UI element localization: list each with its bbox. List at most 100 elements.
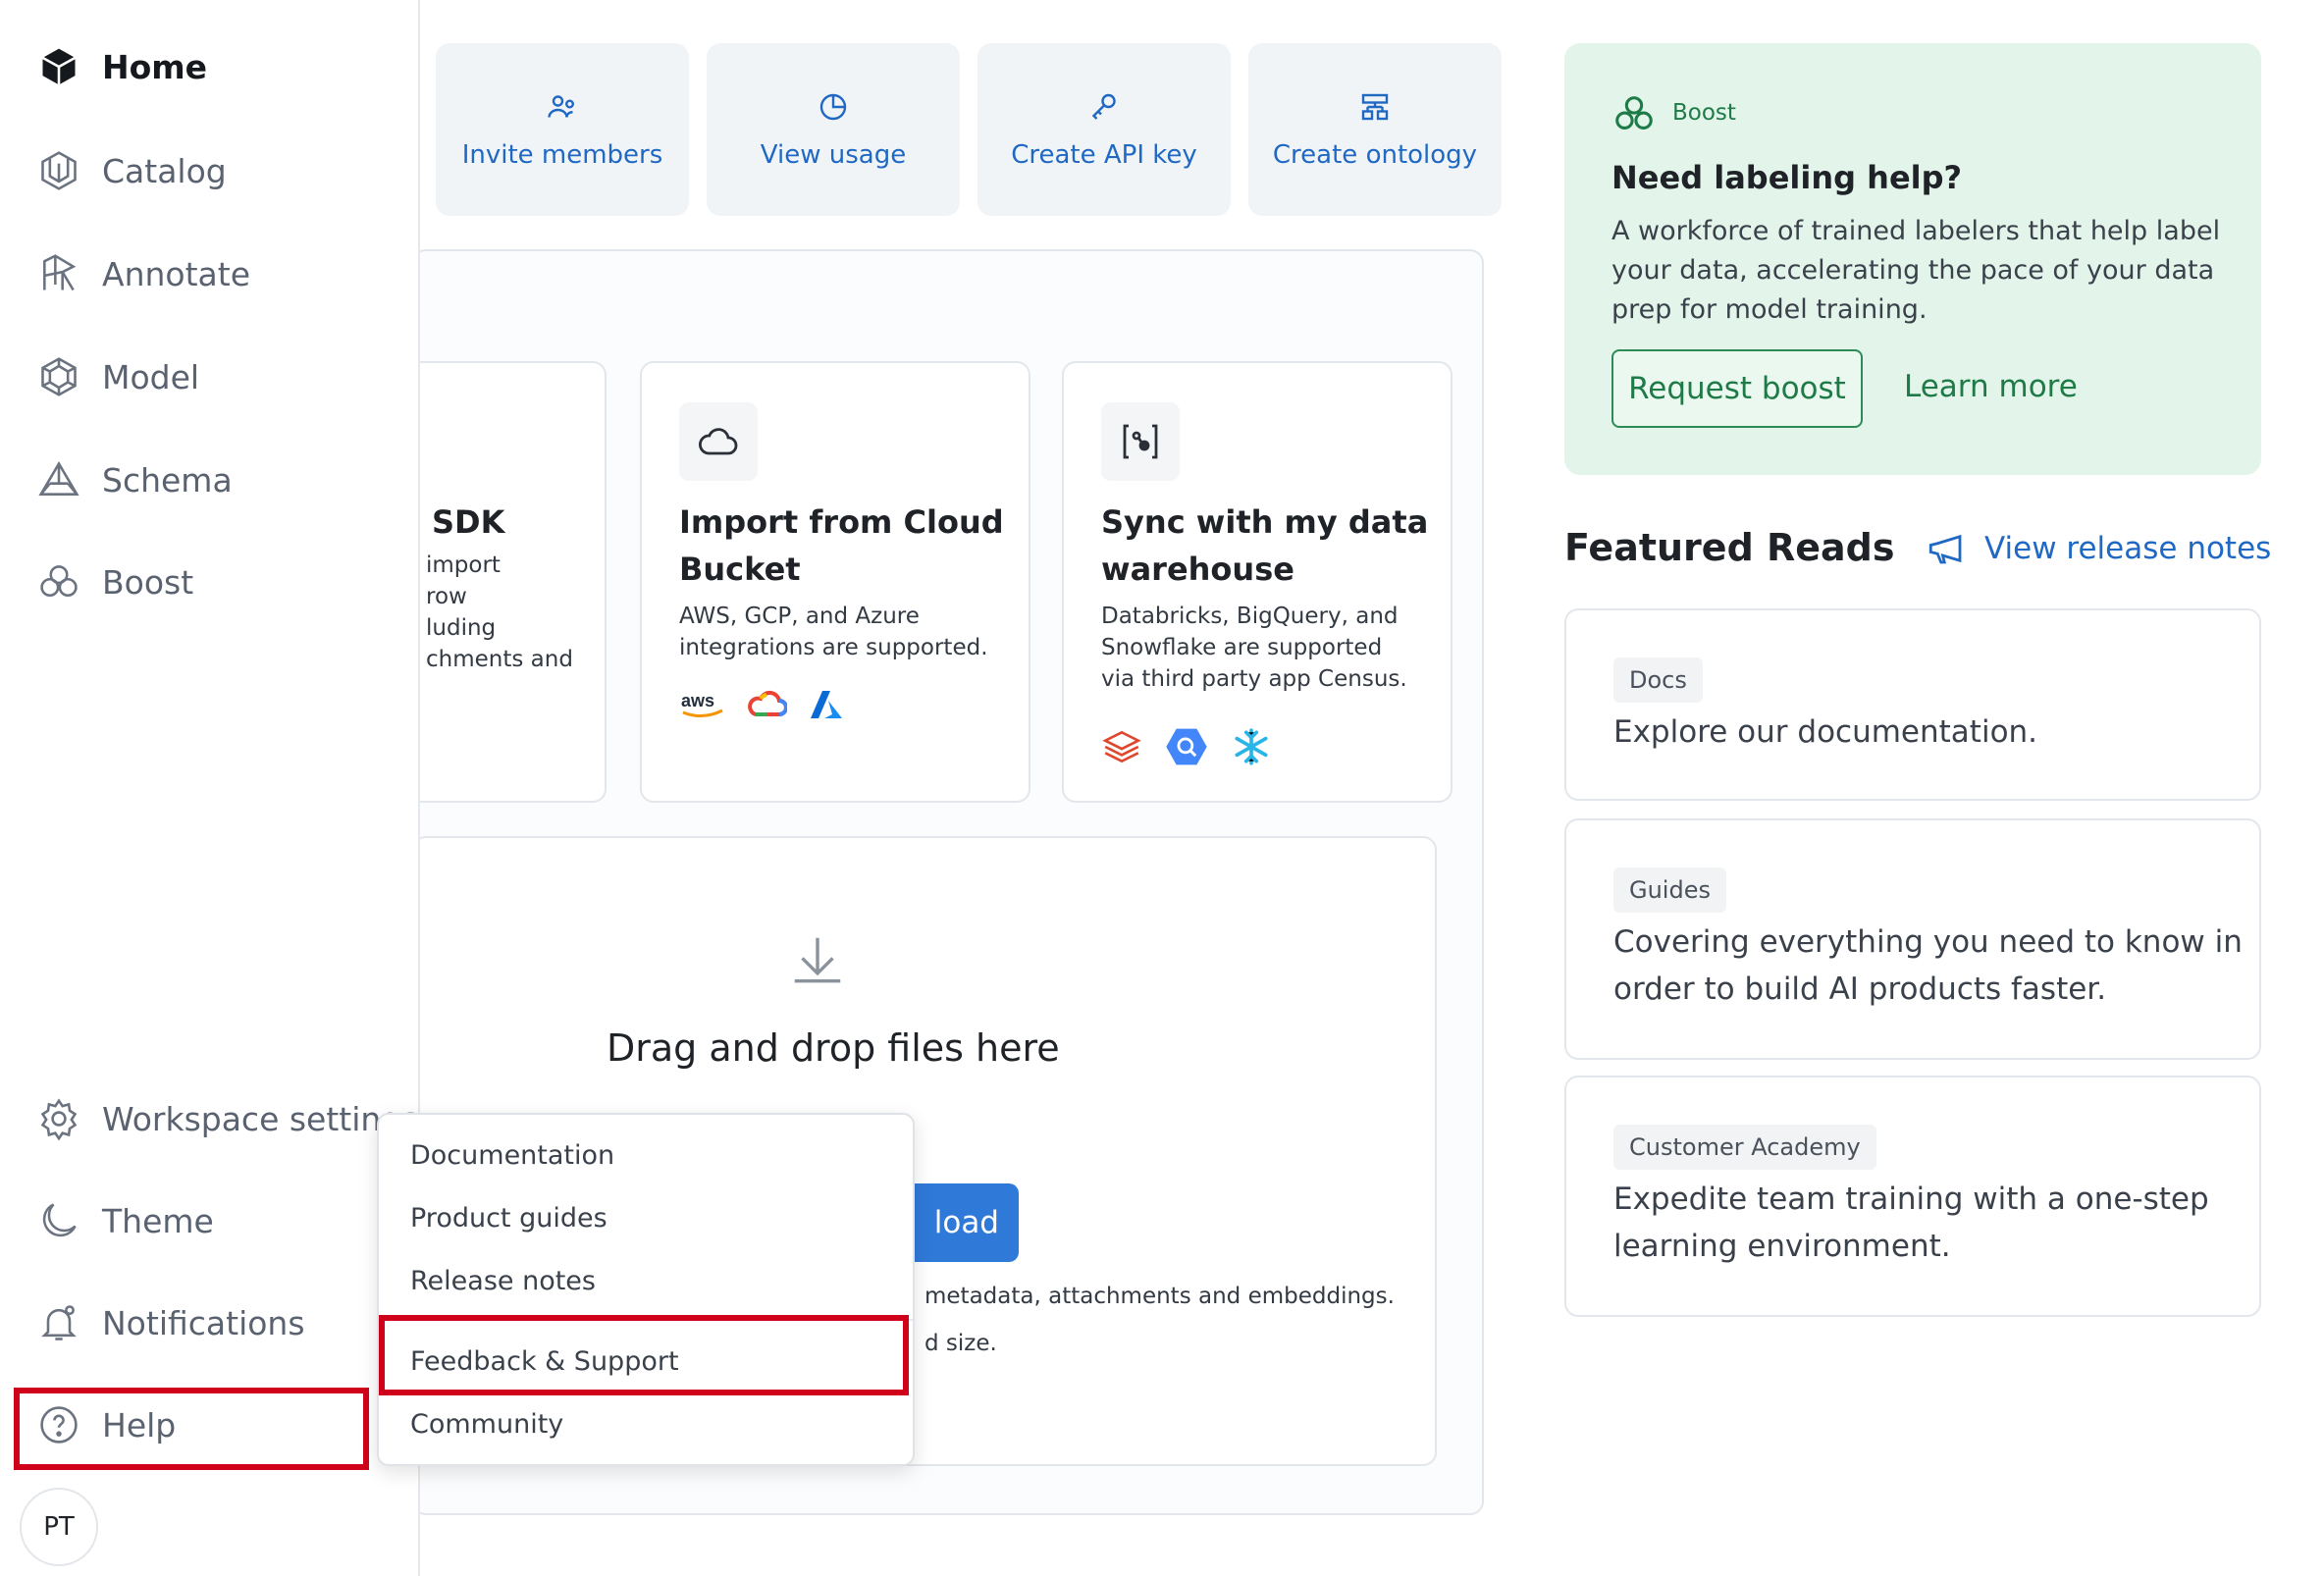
sidebar-item-label: Model <box>102 357 200 396</box>
databricks-logo-icon <box>1101 726 1142 767</box>
boost-desc-2: your data, accelerating the pace of your… <box>1611 255 2215 286</box>
download-icon <box>787 930 848 991</box>
bell-icon <box>37 1301 80 1344</box>
sdk-card[interactable]: SDK import row luding chments and <box>412 361 607 803</box>
sidebar-item-workspace-settings[interactable]: Workspace settings <box>37 1089 418 1148</box>
cloud-card-title-2: Bucket <box>679 551 801 588</box>
boost-icon <box>37 560 80 604</box>
megaphone-icon <box>1926 528 1967 569</box>
sidebar-item-label: Annotate <box>102 254 250 293</box>
sdk-card-desc-4: chments and <box>426 647 573 672</box>
sidebar-item-catalog[interactable]: Catalog <box>37 141 227 200</box>
create-api-key-button[interactable]: Create API key <box>977 43 1231 216</box>
featured-reads-heading: Featured Reads <box>1564 526 1895 569</box>
boost-logo-icon <box>1611 92 1657 137</box>
read-tag: Guides <box>1613 867 1726 913</box>
gear-icon <box>37 1097 80 1140</box>
sdk-card-desc-2: row <box>426 584 467 609</box>
avatar[interactable]: PT <box>20 1488 98 1566</box>
request-boost-label: Request boost <box>1628 371 1846 406</box>
boost-tag: Boost <box>1672 100 1736 126</box>
cloud-card-desc-1: AWS, GCP, and Azure <box>679 604 920 629</box>
read-text-line-1: Expedite team training with a one-step <box>1613 1182 2209 1217</box>
create-ontology-button[interactable]: Create ontology <box>1248 43 1502 216</box>
menu-item-community[interactable]: Community <box>410 1409 563 1440</box>
warehouse-card-desc-1: Databricks, BigQuery, and <box>1101 604 1399 629</box>
ontology-icon <box>1357 89 1393 125</box>
menu-item-documentation[interactable]: Documentation <box>410 1140 614 1171</box>
users-icon <box>545 89 580 125</box>
help-menu: Documentation Product guides Release not… <box>377 1113 915 1466</box>
sidebar-item-label: Boost <box>102 562 194 602</box>
data-warehouse-card[interactable]: Sync with my data warehouse Databricks, … <box>1062 361 1452 803</box>
invite-members-label: Invite members <box>461 140 663 170</box>
invite-members-button[interactable]: Invite members <box>436 43 689 216</box>
menu-item-release-notes[interactable]: Release notes <box>410 1266 596 1296</box>
avatar-initials: PT <box>43 1512 75 1542</box>
feedback-highlight-box <box>379 1315 909 1395</box>
view-release-notes-label: View release notes <box>1984 531 2272 566</box>
sidebar-item-label: Notifications <box>102 1303 305 1342</box>
drop-zone-note-2: d size. <box>924 1331 997 1356</box>
aws-logo-icon: aws <box>679 687 726 722</box>
sidebar-item-home[interactable]: Home <box>37 37 207 96</box>
view-usage-label: View usage <box>760 140 907 170</box>
help-highlight-box <box>14 1388 369 1470</box>
sidebar-item-label: Catalog <box>102 151 227 190</box>
learn-more-link[interactable]: Learn more <box>1904 369 2078 404</box>
read-card-customer-academy[interactable]: Customer Academy Expedite team training … <box>1564 1076 2261 1317</box>
cloud-card-title-1: Import from Cloud <box>679 503 1004 541</box>
view-usage-button[interactable]: View usage <box>707 43 960 216</box>
sidebar-item-theme[interactable]: Theme <box>37 1191 214 1250</box>
key-icon <box>1086 89 1122 125</box>
cloud-icon <box>679 402 758 481</box>
schema-icon <box>37 458 80 501</box>
warehouse-card-title-2: warehouse <box>1101 551 1294 588</box>
model-icon <box>37 355 80 398</box>
drop-zone-title: Drag and drop files here <box>607 1026 1060 1070</box>
read-text-line-1: Covering everything you need to know in <box>1613 924 2243 960</box>
sidebar-item-label: Workspace settings <box>102 1099 419 1138</box>
warehouse-sync-icon <box>1101 402 1180 481</box>
read-text-line-2: learning environment. <box>1613 1229 1951 1264</box>
pie-chart-icon <box>816 89 851 125</box>
boost-desc-3: prep for model training. <box>1611 294 1928 325</box>
read-tag: Docs <box>1613 657 1703 703</box>
sidebar-item-label: Schema <box>102 460 233 499</box>
cloud-card-desc-2: integrations are supported. <box>679 635 988 660</box>
view-release-notes-link[interactable]: View release notes <box>1926 528 2271 569</box>
catalog-icon <box>37 149 80 192</box>
annotate-icon <box>37 252 80 295</box>
sidebar-item-notifications[interactable]: Notifications <box>37 1293 305 1352</box>
upload-button[interactable]: load <box>905 1183 1019 1262</box>
warehouse-card-title-1: Sync with my data <box>1101 503 1429 541</box>
boost-promo-card: Boost Need labeling help? A workforce of… <box>1564 43 2261 475</box>
sidebar-item-annotate[interactable]: Annotate <box>37 244 250 303</box>
sdk-card-desc-3: luding <box>426 615 497 641</box>
drop-zone-note-1: metadata, attachments and embeddings. <box>924 1284 1395 1309</box>
sdk-card-desc-1: import <box>426 552 501 578</box>
moon-icon <box>37 1199 80 1242</box>
sidebar-item-model[interactable]: Model <box>37 347 199 406</box>
warehouse-card-desc-3: via third party app Census. <box>1101 666 1407 692</box>
gcp-logo-icon <box>748 689 787 720</box>
create-ontology-label: Create ontology <box>1272 140 1478 170</box>
read-card-docs[interactable]: Docs Explore our documentation. <box>1564 608 2261 801</box>
sidebar-item-label: Theme <box>102 1201 214 1240</box>
create-api-key-label: Create API key <box>1011 140 1197 170</box>
sidebar-item-label: Home <box>102 47 208 86</box>
read-text-line-1: Explore our documentation. <box>1613 714 2038 750</box>
sidebar: Home Catalog Annotate Model Schema Boost <box>0 0 420 1576</box>
read-card-guides[interactable]: Guides Covering everything you need to k… <box>1564 818 2261 1060</box>
snowflake-logo-icon <box>1231 726 1272 767</box>
request-boost-button[interactable]: Request boost <box>1611 349 1863 428</box>
sidebar-item-schema[interactable]: Schema <box>37 450 233 509</box>
sdk-card-title: SDK <box>432 503 505 541</box>
azure-logo-icon <box>809 687 844 722</box>
cloud-bucket-card[interactable]: Import from Cloud Bucket AWS, GCP, and A… <box>640 361 1030 803</box>
warehouse-card-desc-2: Snowflake are supported <box>1101 635 1383 660</box>
menu-item-product-guides[interactable]: Product guides <box>410 1203 607 1234</box>
home-icon <box>37 45 80 88</box>
boost-desc-1: A workforce of trained labelers that hel… <box>1611 216 2221 246</box>
sidebar-item-boost[interactable]: Boost <box>37 552 193 611</box>
